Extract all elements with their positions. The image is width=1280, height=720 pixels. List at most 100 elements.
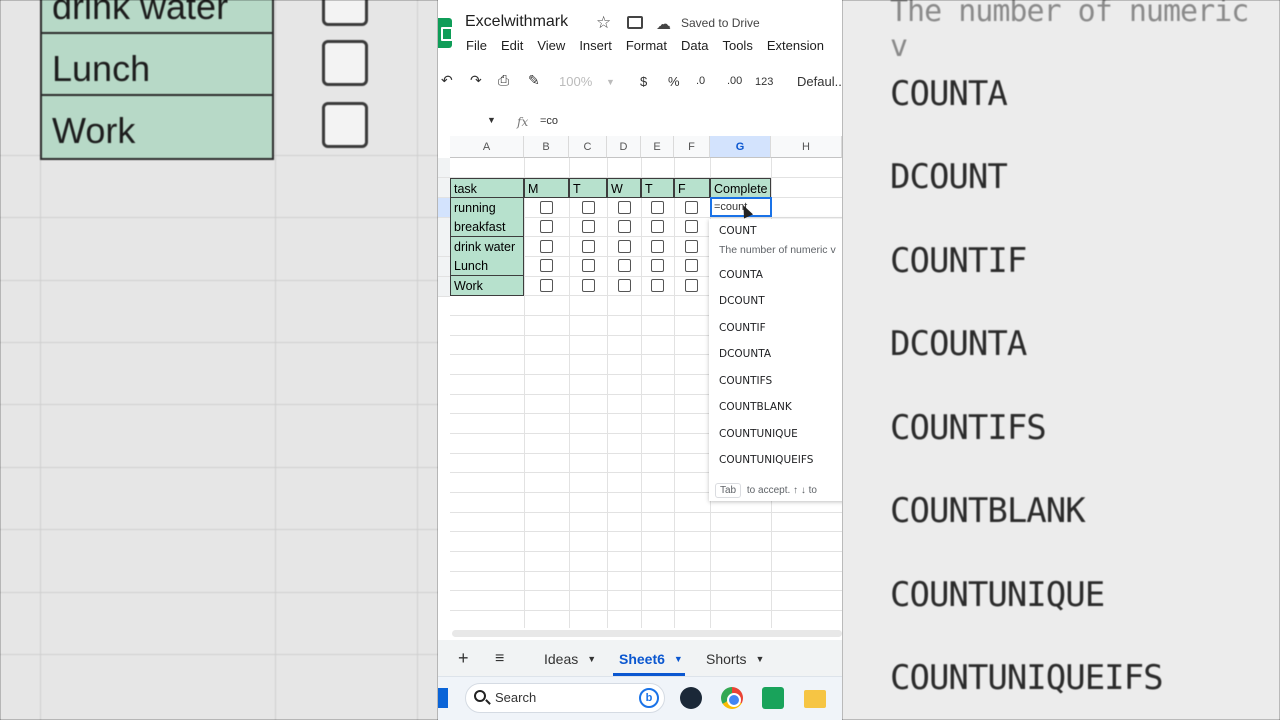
header-cell-w[interactable]: W (607, 178, 641, 198)
checkbox[interactable] (618, 220, 631, 233)
checkbox[interactable] (540, 201, 553, 214)
task-cell-running[interactable]: running (450, 198, 524, 218)
column-header-d[interactable]: D (607, 136, 641, 158)
header-cell-m[interactable]: M (524, 178, 569, 198)
add-sheet-icon[interactable]: + (458, 648, 469, 669)
task-cell-lunch[interactable]: Lunch (450, 256, 524, 276)
checkbox[interactable] (582, 240, 595, 253)
column-header-e[interactable]: E (641, 136, 674, 158)
checkbox[interactable] (618, 240, 631, 253)
menu-file[interactable]: File (466, 38, 487, 53)
checkbox[interactable] (582, 220, 595, 233)
suggestion-countblank[interactable]: COUNTBLANK (719, 401, 792, 413)
font-select[interactable]: Defaul... (797, 74, 842, 89)
chevron-down-icon[interactable]: ▼ (755, 654, 764, 664)
checkbox[interactable] (582, 259, 595, 272)
task-cell-breakfast[interactable]: breakfast (450, 217, 524, 237)
formula-input[interactable]: =co (540, 115, 558, 127)
sheet-tab-ideas[interactable]: Ideas ▼ (544, 651, 596, 667)
camtasia-icon[interactable] (762, 687, 784, 709)
suggestion-dcount[interactable]: DCOUNT (719, 295, 765, 307)
name-box-chevron-down-icon[interactable]: ▼ (487, 115, 496, 125)
paint-format-icon[interactable]: ✎ (528, 72, 540, 89)
suggestion-countunique[interactable]: COUNTUNIQUE (719, 428, 798, 440)
number-format-button[interactable]: 123 (755, 76, 773, 88)
sheet-tab-shorts[interactable]: Shorts ▼ (706, 651, 764, 667)
suggestion-counta[interactable]: COUNTA (719, 269, 763, 281)
checkbox[interactable] (685, 279, 698, 292)
checkbox[interactable] (618, 259, 631, 272)
suggestion-countifs[interactable]: COUNTIFS (719, 375, 772, 387)
menu-edit[interactable]: Edit (501, 38, 523, 53)
row-header[interactable] (438, 277, 450, 297)
menu-tools[interactable]: Tools (722, 38, 752, 53)
menu-view[interactable]: View (537, 38, 565, 53)
row-header[interactable] (438, 198, 450, 218)
checkbox[interactable] (582, 201, 595, 214)
checkbox[interactable] (540, 240, 553, 253)
checkbox[interactable] (618, 279, 631, 292)
menu-insert[interactable]: Insert (579, 38, 612, 53)
bing-icon[interactable]: b (639, 688, 659, 708)
header-cell-f[interactable]: F (674, 178, 710, 198)
print-icon[interactable]: ⎙ (498, 72, 509, 89)
checkbox[interactable] (540, 220, 553, 233)
suggestion-countif[interactable]: COUNTIF (719, 322, 766, 334)
row-header[interactable] (438, 158, 450, 178)
star-icon[interactable]: ☆ (596, 13, 611, 33)
checkbox[interactable] (685, 220, 698, 233)
all-sheets-list-icon[interactable]: ≡ (495, 650, 504, 668)
task-cell-drink-water[interactable]: drink water (450, 237, 524, 257)
checkbox[interactable] (651, 201, 664, 214)
sheets-logo-icon[interactable] (438, 18, 453, 48)
percent-format-button[interactable]: % (668, 74, 680, 89)
checkbox[interactable] (651, 240, 664, 253)
suggestion-countuniqueifs[interactable]: COUNTUNIQUEIFS (719, 454, 813, 466)
checkbox[interactable] (618, 201, 631, 214)
column-header-b[interactable]: B (524, 136, 569, 158)
suggestion-count[interactable]: COUNT (719, 225, 757, 237)
row-header[interactable] (438, 237, 450, 257)
undo-icon[interactable]: ↶ (441, 72, 453, 89)
column-header-g[interactable]: G (710, 136, 771, 158)
header-cell-t2[interactable]: T (641, 178, 674, 198)
zoom-select[interactable]: 100% (559, 74, 592, 89)
checkbox[interactable] (540, 279, 553, 292)
currency-format-button[interactable]: $ (640, 74, 647, 89)
file-explorer-icon[interactable] (804, 690, 826, 708)
menu-extensions[interactable]: Extension (767, 38, 824, 53)
windows-start-icon[interactable] (438, 688, 448, 708)
checkbox[interactable] (651, 279, 664, 292)
horizontal-scrollbar[interactable] (452, 630, 842, 637)
column-header-f[interactable]: F (674, 136, 710, 158)
document-title[interactable]: Excelwithmark (465, 13, 568, 31)
chevron-down-icon[interactable]: ▼ (587, 654, 596, 664)
column-header-c[interactable]: C (569, 136, 607, 158)
checkbox[interactable] (651, 220, 664, 233)
increase-decimal-button[interactable]: .00 (727, 75, 742, 87)
decrease-decimal-button[interactable]: .0 (696, 75, 705, 87)
column-header-a[interactable]: A (450, 136, 524, 158)
redo-icon[interactable]: ↷ (470, 72, 482, 89)
menu-data[interactable]: Data (681, 38, 708, 53)
row-header[interactable] (438, 257, 450, 277)
row-header[interactable] (438, 178, 450, 198)
row-header[interactable] (438, 218, 450, 238)
checkbox[interactable] (582, 279, 595, 292)
header-cell-t[interactable]: T (569, 178, 607, 198)
header-cell-task[interactable]: task (450, 178, 524, 198)
checkbox[interactable] (685, 259, 698, 272)
task-cell-work[interactable]: Work (450, 276, 524, 296)
header-cell-complete[interactable]: Complete (710, 178, 771, 198)
checkbox[interactable] (540, 259, 553, 272)
steam-icon[interactable] (680, 687, 702, 709)
chevron-down-icon[interactable]: ▼ (674, 654, 683, 664)
column-header-h[interactable]: H (771, 136, 842, 158)
checkbox[interactable] (685, 201, 698, 214)
zoom-chevron-down-icon[interactable]: ▼ (606, 77, 615, 87)
checkbox[interactable] (651, 259, 664, 272)
move-folder-icon[interactable] (627, 16, 643, 29)
checkbox[interactable] (685, 240, 698, 253)
chrome-icon[interactable] (721, 687, 743, 709)
suggestion-dcounta[interactable]: DCOUNTA (719, 348, 771, 360)
